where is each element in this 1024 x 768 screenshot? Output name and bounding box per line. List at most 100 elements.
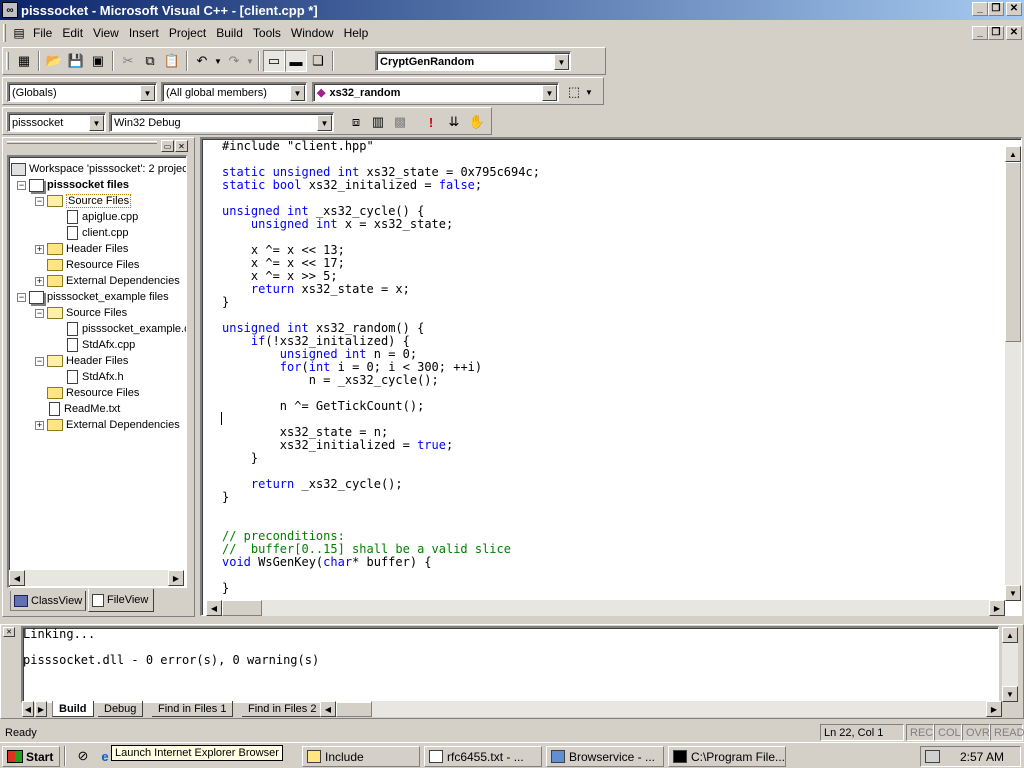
- tree-item[interactable]: Resource Files: [35, 385, 139, 401]
- chevron-down-icon[interactable]: ▼: [317, 115, 332, 131]
- menubar-grip[interactable]: [3, 24, 6, 42]
- tree-item[interactable]: pisssocket_example.cpp: [53, 321, 186, 337]
- menu-window[interactable]: Window: [286, 26, 339, 40]
- copy-icon[interactable]: ⧉: [139, 50, 161, 72]
- cut-icon[interactable]: ✂: [117, 50, 139, 72]
- menu-insert[interactable]: Insert: [124, 26, 164, 40]
- tree-item[interactable]: + External Dependencies: [35, 273, 180, 289]
- tab-find-in-files-1[interactable]: Find in Files 1: [152, 701, 234, 717]
- tree-item[interactable]: Resource Files: [35, 257, 139, 273]
- scroll-right-icon[interactable]: ▶: [168, 570, 184, 586]
- output-toggle-icon[interactable]: ▬: [285, 50, 307, 72]
- tree-item[interactable]: − Source Files: [35, 193, 132, 209]
- tree-item[interactable]: ReadMe.txt: [35, 401, 120, 417]
- tab-fileview[interactable]: FileView: [88, 589, 154, 612]
- breakpoint-hand-icon[interactable]: ✋: [466, 111, 488, 133]
- menu-build[interactable]: Build: [211, 26, 248, 40]
- doc-restore-button[interactable]: ❐: [988, 26, 1004, 40]
- tab-build[interactable]: Build: [52, 701, 94, 717]
- tree-item[interactable]: − Source Files: [35, 305, 127, 321]
- maximize-button[interactable]: ❐: [988, 2, 1004, 16]
- scroll-left-icon[interactable]: ◀: [320, 701, 336, 717]
- doc-minimize-button[interactable]: _: [972, 26, 988, 40]
- clock[interactable]: 2:57 AM: [960, 750, 1004, 764]
- output-vscroll-track[interactable]: [1002, 643, 1018, 686]
- task-rfc6455[interactable]: rfc6455.txt - ...: [424, 746, 542, 767]
- document-icon[interactable]: ▤: [10, 22, 28, 44]
- members-combo[interactable]: (All global members) ▼: [161, 82, 307, 102]
- workspace-icon[interactable]: ▦: [13, 50, 35, 72]
- scroll-up-icon[interactable]: ▲: [1002, 627, 1018, 643]
- tree-item[interactable]: apiglue.cpp: [53, 209, 138, 225]
- workspace-hscroll-track[interactable]: [25, 570, 168, 586]
- compile-icon[interactable]: ⧈: [345, 111, 367, 133]
- output-close-icon[interactable]: ✕: [3, 627, 15, 637]
- execute-icon[interactable]: !: [420, 111, 442, 133]
- editor-hscroll-thumb[interactable]: [222, 600, 262, 616]
- wizard-action-icon[interactable]: ⬚: [563, 81, 585, 103]
- tab-scroll-right-icon[interactable]: ▶: [35, 701, 47, 717]
- menu-view[interactable]: View: [88, 26, 124, 40]
- menu-help[interactable]: Help: [339, 26, 374, 40]
- stop-build-icon[interactable]: ▩: [389, 111, 411, 133]
- open-icon[interactable]: 📂: [43, 50, 65, 72]
- build-icon[interactable]: ▥: [367, 111, 389, 133]
- redo-dropdown-icon[interactable]: ▼: [245, 50, 255, 72]
- find-combo[interactable]: CryptGenRandom ▼: [375, 51, 571, 71]
- output-hscroll-track[interactable]: [372, 701, 986, 717]
- tab-debug[interactable]: Debug: [98, 701, 144, 717]
- task-include[interactable]: Include: [302, 746, 420, 767]
- tab-find-in-files-2[interactable]: Find in Files 2: [242, 701, 324, 717]
- expand-icon[interactable]: +: [35, 276, 44, 286]
- undo-icon[interactable]: ↶: [191, 50, 213, 72]
- tree-item[interactable]: Workspace 'pisssocket': 2 projects: [11, 161, 186, 177]
- menu-file[interactable]: File: [28, 26, 57, 40]
- tree-item[interactable]: + Header Files: [35, 241, 128, 257]
- network-icon[interactable]: [925, 750, 940, 763]
- go-icon[interactable]: ⇊: [443, 111, 465, 133]
- save-icon[interactable]: 💾: [65, 50, 87, 72]
- app-icon[interactable]: ∞: [2, 2, 18, 18]
- redo-icon[interactable]: ↷: [223, 50, 245, 72]
- close-button[interactable]: ✕: [1006, 2, 1022, 16]
- scroll-down-icon[interactable]: ▼: [1002, 686, 1018, 702]
- project-combo[interactable]: pisssocket ▼: [7, 112, 106, 132]
- tree-item[interactable]: + External Dependencies: [35, 417, 180, 433]
- collapse-icon[interactable]: −: [35, 356, 44, 366]
- collapse-icon[interactable]: −: [17, 180, 26, 190]
- code-text[interactable]: #include "client.hpp" static unsigned int…: [222, 140, 1002, 600]
- tree-item[interactable]: − Header Files: [35, 353, 128, 369]
- scroll-left-icon[interactable]: ◀: [9, 570, 25, 586]
- scroll-right-icon[interactable]: ▶: [989, 600, 1005, 616]
- workspace-close-icon[interactable]: ✕: [175, 140, 188, 152]
- chevron-down-icon[interactable]: ▼: [290, 85, 305, 101]
- tree-item[interactable]: StdAfx.cpp: [53, 337, 135, 353]
- scroll-up-icon[interactable]: ▲: [1005, 146, 1021, 162]
- task-program-files[interactable]: C:\Program File...: [668, 746, 786, 767]
- collapse-icon[interactable]: −: [35, 308, 44, 318]
- tree-item[interactable]: − pisssocket_example files: [17, 289, 169, 305]
- task-browservice[interactable]: Browservice - ...: [546, 746, 664, 767]
- tree-item[interactable]: client.cpp: [53, 225, 128, 241]
- start-button[interactable]: Start: [2, 746, 60, 767]
- workspace-toggle-icon[interactable]: ▭: [263, 50, 285, 72]
- configuration-combo[interactable]: Win32 Debug ▼: [109, 112, 334, 132]
- minimize-button[interactable]: _: [972, 2, 988, 16]
- expand-icon[interactable]: +: [35, 420, 44, 430]
- menu-edit[interactable]: Edit: [57, 26, 88, 40]
- chevron-down-icon[interactable]: ▼: [542, 85, 557, 101]
- class-combo[interactable]: (Globals) ▼: [7, 82, 157, 102]
- show-desktop-icon[interactable]: ⊘: [72, 745, 94, 767]
- collapse-icon[interactable]: −: [17, 292, 26, 302]
- output-hscroll-thumb[interactable]: [336, 701, 372, 717]
- scroll-down-icon[interactable]: ▼: [1005, 585, 1021, 601]
- menu-tools[interactable]: Tools: [248, 26, 286, 40]
- chevron-down-icon[interactable]: ▼: [554, 54, 569, 70]
- wizard-action-dropdown-icon[interactable]: ▼: [583, 81, 595, 103]
- workspace-dock-button[interactable]: ▭: [161, 140, 174, 152]
- paste-icon[interactable]: 📋: [161, 50, 183, 72]
- save-all-icon[interactable]: ▣: [87, 50, 109, 72]
- tree-item[interactable]: StdAfx.h: [53, 369, 124, 385]
- expand-icon[interactable]: +: [35, 244, 44, 254]
- chevron-down-icon[interactable]: ▼: [140, 85, 155, 101]
